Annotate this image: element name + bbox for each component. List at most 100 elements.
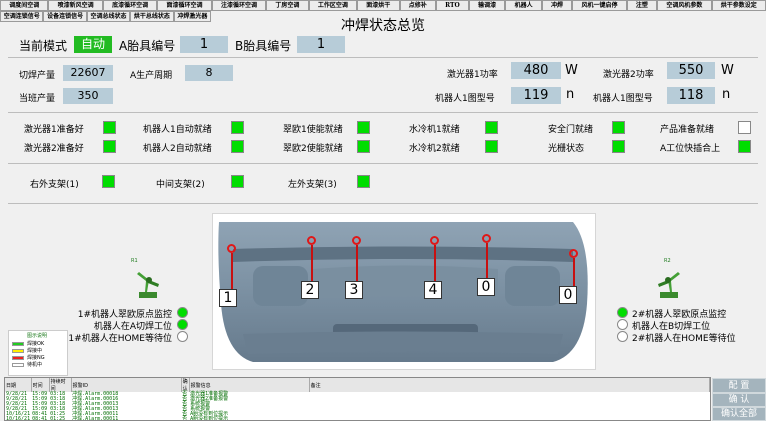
mode-label: 当前模式 <box>19 39 68 53</box>
legend-label: 待机中 <box>27 362 43 368</box>
legend-swatch <box>12 348 24 353</box>
b-fixture-value: 1 <box>297 36 345 53</box>
bumper-drawing <box>218 222 588 362</box>
nav-tab[interactable]: 注塑 <box>626 0 658 11</box>
laser2-unit: W <box>721 63 734 78</box>
alarm-column-header[interactable]: 备注 <box>309 378 710 392</box>
alarm-column-header[interactable]: 报警ID <box>71 378 182 392</box>
weld-point-arrow <box>486 243 488 278</box>
alarm-row[interactable]: 10/16/21 08:41 01:25 冲焊.Alarm.00011 否 A胎没有到位提… <box>5 417 710 421</box>
mode-value: 自动 <box>74 36 112 53</box>
nav-tab[interactable]: 底漆循环空调 <box>102 0 158 11</box>
legend-label: 焊接NG <box>27 355 45 361</box>
page-title: 冲焊状态总览 <box>341 18 425 34</box>
indicator-label: 机器人2自动就绪 <box>143 144 212 154</box>
alarm-header-row: 日期 时间 持续时间 报警ID 确认 报警信息 备注 <box>5 378 710 392</box>
status-indicator <box>103 140 116 153</box>
status-indicator <box>357 121 370 134</box>
laser1-power-label: 激光器1功率 <box>447 70 498 80</box>
status-indicator <box>485 140 498 153</box>
alarm-column-header[interactable]: 时间 <box>31 378 50 392</box>
legend-label: 焊接OK <box>27 341 45 347</box>
alarm-cell <box>309 417 709 420</box>
alarm-column-header[interactable]: 日期 <box>5 378 32 392</box>
legend-items: 焊接OK 焊接中 焊接NG 待机中 <box>9 340 67 368</box>
weld-point-number: 2 <box>301 281 319 299</box>
legend-item: 焊接OK <box>12 340 67 347</box>
nav-tab[interactable]: 点修补 <box>399 0 436 11</box>
alarm-list[interactable]: 日期 时间 持续时间 报警ID 确认 报警信息 备注 9/28/21 15:09 03:18 冲焊… <box>4 377 711 421</box>
robot-status-dot <box>177 331 188 342</box>
indicator-label: A工位快插合上 <box>660 144 721 154</box>
legend-swatch <box>12 355 24 360</box>
nav-tab[interactable]: 面漆烘干 <box>357 0 400 11</box>
support-indicator <box>102 175 115 188</box>
divider <box>8 203 758 204</box>
nav-tab[interactable]: 丁房空调 <box>266 0 309 11</box>
cut-output-label: 切焊产量 <box>19 71 56 81</box>
indicator-label: 安全门就绪 <box>548 125 594 135</box>
weld-point-number: 0 <box>477 278 495 296</box>
robot2-tag: R2 <box>664 258 671 264</box>
legend-swatch <box>12 341 24 346</box>
divider <box>8 112 758 113</box>
nav-tab[interactable]: 空调风机参数 <box>657 0 712 11</box>
weld-point-marker <box>307 236 316 245</box>
indicator-label: 激光器2准备好 <box>24 144 84 154</box>
robot2-map-value: 118 <box>667 87 715 104</box>
status-indicator <box>231 121 244 134</box>
alarm-column-header[interactable]: 报警信息 <box>189 378 310 392</box>
legend-item: 焊接NG <box>12 354 67 361</box>
divider <box>8 57 758 58</box>
weld-point-marker <box>227 244 236 253</box>
alarm-cell: 01:25 <box>50 416 66 421</box>
confirm-all-button[interactable]: 确认全部 <box>712 407 766 421</box>
weld-point-arrow <box>311 245 313 281</box>
indicator-label: 水冷机1就绪 <box>409 125 460 135</box>
support-label: 左外支架(3) <box>288 180 337 190</box>
robot2-icon: R2 <box>654 258 684 300</box>
alarm-column-header[interactable]: 确认 <box>181 378 190 392</box>
nav-tab[interactable]: 机器人 <box>505 0 542 11</box>
nav-tab[interactable]: RTO <box>435 0 469 11</box>
alarm-column-header[interactable]: 持续时间 <box>49 378 72 392</box>
nav-tab[interactable]: 喷漆新风空调 <box>48 0 103 11</box>
weld-point-arrow <box>573 258 575 286</box>
weld-point-marker <box>352 236 361 245</box>
alarm-cell: 冲焊.Alarm.00011 <box>72 416 119 421</box>
nav-tab[interactable]: 调度间空调 <box>0 0 49 11</box>
nav-tab[interactable]: 风机一键启停 <box>572 0 627 11</box>
shift-output-label: 当班产量 <box>19 94 56 104</box>
robot-status-dot <box>617 319 628 330</box>
top-nav-row1: 调度间空调 喷漆新风空调 底漆循环空调 面漆循环空调 注漆循环空调 丁房空调 工作区空调 面漆… <box>0 0 766 11</box>
laser1-unit: W <box>565 63 578 78</box>
robot-status-dot <box>177 307 188 318</box>
legend-item: 焊接中 <box>12 347 67 354</box>
nav-tab[interactable]: 烘干参数设定 <box>711 0 766 11</box>
nav-tab[interactable]: 面漆循环空调 <box>157 0 212 11</box>
indicator-label: 激光器1准备好 <box>24 125 84 135</box>
cycle-value: 8 <box>185 65 233 81</box>
shift-output-value: 350 <box>63 88 113 104</box>
legend-swatch <box>12 362 24 367</box>
legend-item: 待机中 <box>12 361 67 368</box>
config-button[interactable]: 配 置 <box>712 378 766 393</box>
nav-tab[interactable]: 注漆循环空调 <box>211 0 267 11</box>
confirm-button[interactable]: 确 认 <box>712 393 766 407</box>
b-fixture-label: B胎具编号 <box>235 39 292 53</box>
divider <box>8 163 758 164</box>
weld-point-marker <box>482 234 491 243</box>
nav-tab[interactable]: 工作区空调 <box>308 0 358 11</box>
nav-tab[interactable]: 冲焊 <box>541 0 573 11</box>
support-indicator <box>357 175 370 188</box>
robot-status-label: 2#机器人在HOME等待位 <box>632 334 736 344</box>
status-indicator <box>485 121 498 134</box>
a-fixture-label: A胎具编号 <box>119 39 176 53</box>
legend-label: 焊接中 <box>27 348 43 354</box>
cycle-label: A生产周期 <box>130 71 173 81</box>
robot-status-dot <box>617 331 628 342</box>
nav-tab[interactable]: 输调漆 <box>468 0 506 11</box>
alarm-cell: 否 <box>182 416 188 421</box>
weld-point-number: 0 <box>559 286 577 304</box>
robot-status-label: 1#机器人在HOME等待位 <box>68 334 172 344</box>
